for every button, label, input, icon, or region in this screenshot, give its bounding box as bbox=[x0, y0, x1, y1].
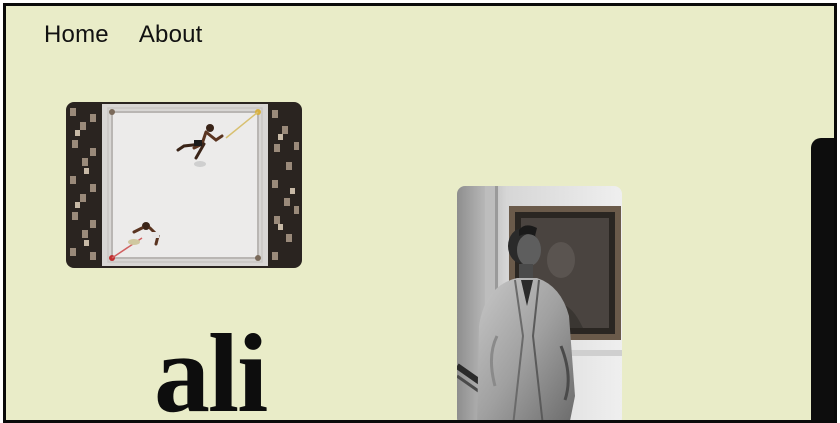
page-frame: Home About ali bbox=[3, 3, 837, 423]
boxing-ring-image bbox=[66, 102, 302, 268]
nav-about-link[interactable]: About bbox=[139, 21, 203, 49]
main-nav: Home About bbox=[44, 21, 203, 49]
portrait-image bbox=[457, 186, 622, 420]
nav-home-link[interactable]: Home bbox=[44, 21, 109, 49]
portrait-photo[interactable] bbox=[457, 186, 622, 420]
edge-photo[interactable] bbox=[811, 138, 834, 420]
boxing-ring-photo[interactable] bbox=[66, 102, 302, 268]
edge-image bbox=[811, 138, 834, 420]
hero-title: ali bbox=[154, 312, 268, 423]
